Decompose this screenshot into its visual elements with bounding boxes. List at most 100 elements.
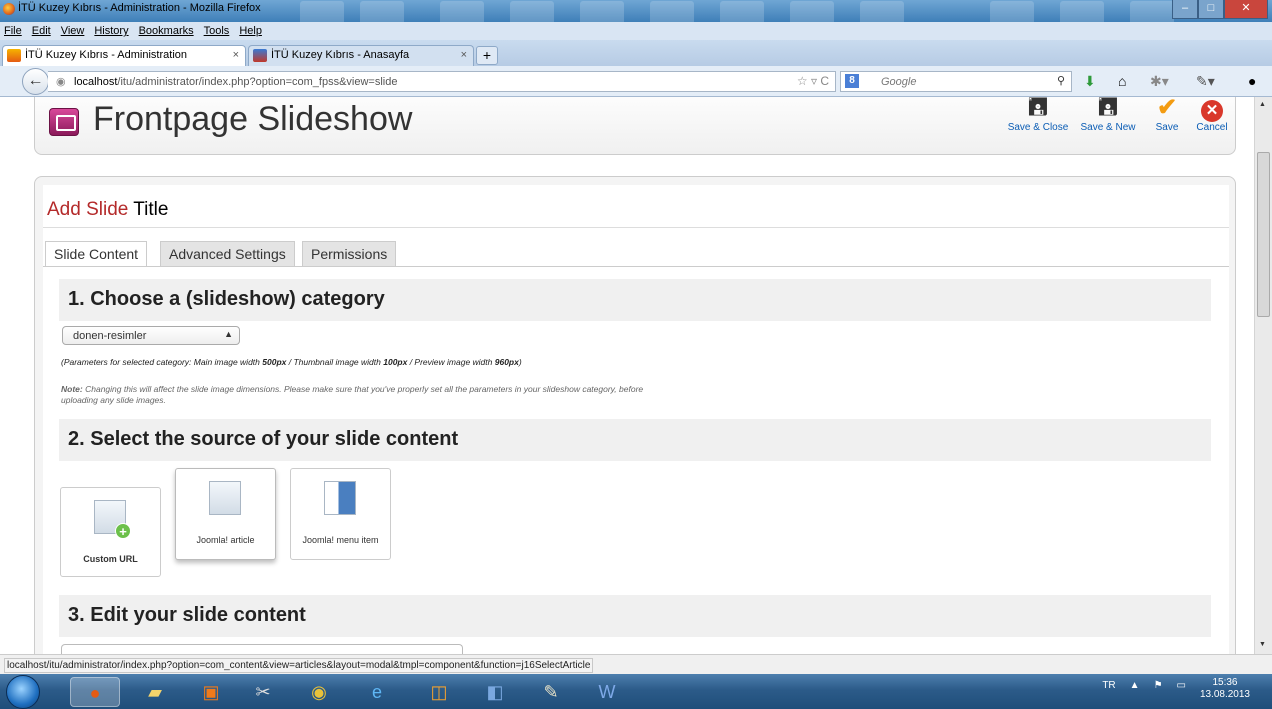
- menu-bookmarks[interactable]: Bookmarks: [139, 25, 194, 37]
- taskbar-media-player-icon[interactable]: ▣: [186, 677, 236, 707]
- form-heading: Add Slide Title: [47, 199, 168, 221]
- clock-date: 13.08.2013: [1199, 689, 1250, 700]
- tab-label: İTÜ Kuzey Kıbrıs - Administration: [25, 49, 187, 61]
- start-button[interactable]: [6, 675, 40, 709]
- save-button[interactable]: ✔ Save: [1147, 97, 1187, 133]
- search-icon[interactable]: ⚲: [1057, 74, 1065, 87]
- bookmark-star-icon[interactable]: ☆ ▿ C: [797, 74, 829, 88]
- new-tab-button[interactable]: +: [476, 46, 498, 65]
- taskbar-visio-icon[interactable]: ◧: [470, 677, 520, 707]
- tray-arrow-icon[interactable]: ▲: [1130, 680, 1140, 691]
- url-bar[interactable]: ◉ localhost/itu/administrator/index.php?…: [48, 71, 836, 92]
- maximize-button[interactable]: □: [1198, 0, 1224, 19]
- google-icon: 8: [845, 74, 859, 88]
- save-new-button[interactable]: 🖪 Save & New: [1077, 97, 1139, 133]
- close-tab-icon[interactable]: ×: [461, 49, 467, 61]
- url-path: /itu/administrator/index.php?option=com_…: [117, 76, 398, 88]
- source-custom-url[interactable]: + Custom URL: [60, 487, 161, 577]
- clock-time: 15:36: [1212, 677, 1238, 688]
- section-heading-edit: 3. Edit your slide content: [59, 595, 1211, 637]
- search-box[interactable]: 8 Google ⚲: [840, 71, 1072, 92]
- category-select[interactable]: donen-resimler ▲: [62, 326, 240, 345]
- category-select-value: donen-resimler: [73, 330, 147, 342]
- taskbar-firefox-icon[interactable]: ●: [70, 677, 120, 707]
- flag-icon[interactable]: ⚑: [1154, 680, 1163, 691]
- custom-url-icon: +: [94, 500, 131, 539]
- title-heading: Title: [133, 199, 169, 220]
- page-content: Frontpage Slideshow 🖪 Save & Close 🖪 Sav…: [0, 97, 1254, 654]
- back-button[interactable]: ←: [22, 68, 49, 95]
- menu-view[interactable]: View: [61, 25, 85, 37]
- save-close-button[interactable]: 🖪 Save & Close: [1003, 97, 1073, 133]
- add-slide-heading: Add Slide: [47, 199, 129, 220]
- page-title: Frontpage Slideshow: [93, 100, 413, 138]
- close-tab-icon[interactable]: ×: [233, 49, 239, 61]
- clock[interactable]: 15:36 13.08.2013: [1200, 677, 1250, 701]
- menu-item-icon: [324, 481, 356, 515]
- save-label: Save: [1155, 122, 1179, 133]
- taskbar-outlook-icon[interactable]: ◫: [414, 677, 464, 707]
- section-heading-source: 2. Select the source of your slide conte…: [59, 419, 1211, 461]
- menu-history[interactable]: History: [94, 25, 128, 37]
- source-joomla-menu-item[interactable]: Joomla! menu item: [290, 468, 391, 560]
- taskbar-explorer-icon[interactable]: ▰: [130, 677, 180, 707]
- save-new-label: Save & New: [1080, 122, 1136, 133]
- category-parameters: (Parameters for selected category: Main …: [61, 357, 522, 367]
- tools-icon[interactable]: ✎▾: [1196, 73, 1215, 90]
- taskbar-ie-icon[interactable]: e: [352, 677, 402, 707]
- page-header: Frontpage Slideshow 🖪 Save & Close 🖪 Sav…: [34, 97, 1236, 155]
- taskbar-paint-icon[interactable]: ✎: [526, 677, 576, 707]
- home-icon[interactable]: ⌂: [1118, 73, 1126, 89]
- menu-help[interactable]: Help: [239, 25, 262, 37]
- save-close-label: Save & Close: [1007, 122, 1069, 133]
- source-joomla-article[interactable]: Joomla! article: [175, 468, 276, 560]
- menu-file[interactable]: File: [4, 25, 22, 37]
- section-heading-category: 1. Choose a (slideshow) category: [59, 279, 1211, 321]
- window-title: İTÜ Kuzey Kıbrıs - Administration - Mozi…: [18, 2, 261, 14]
- tab-permissions[interactable]: Permissions: [302, 241, 397, 266]
- cancel-label: Cancel: [1196, 122, 1228, 133]
- select-arrows-icon: ▲: [224, 329, 233, 339]
- language-indicator[interactable]: TR: [1102, 680, 1115, 691]
- vertical-scrollbar[interactable]: ▲ ▼: [1254, 97, 1272, 654]
- tab-label: İTÜ Kuzey Kıbrıs - Anasayfa: [271, 49, 410, 61]
- taskbar-word-icon[interactable]: W: [582, 677, 632, 707]
- tab-advanced-settings[interactable]: Advanced Settings: [160, 241, 295, 266]
- menu-tools[interactable]: Tools: [204, 25, 230, 37]
- url-host: localhost: [74, 76, 118, 88]
- cancel-button[interactable]: ✕ Cancel: [1191, 97, 1233, 133]
- globe-icon: ◉: [56, 76, 66, 88]
- site-favicon-icon: [253, 49, 267, 62]
- download-icon[interactable]: ⬇: [1084, 73, 1096, 90]
- taskbar-chrome-icon[interactable]: ◉: [294, 677, 344, 707]
- check-icon: ✔: [1156, 97, 1178, 121]
- taskbar-snipping-icon[interactable]: ✂: [238, 677, 288, 707]
- addon-icon[interactable]: ✱▾: [1150, 73, 1169, 90]
- network-icon[interactable]: ▭: [1177, 680, 1186, 691]
- window-title-bar: İTÜ Kuzey Kıbrıs - Administration - Mozi…: [0, 0, 1272, 45]
- status-link-url: localhost/itu/administrator/index.php?op…: [4, 658, 594, 673]
- site-favicon-icon: [7, 49, 21, 62]
- tab-strip: İTÜ Kuzey Kıbrıs - Administration × İTÜ …: [0, 40, 1272, 66]
- source-label: Joomla! article: [196, 535, 255, 545]
- menu-edit[interactable]: Edit: [32, 25, 51, 37]
- close-button[interactable]: ✕: [1224, 0, 1268, 19]
- status-bar: localhost/itu/administrator/index.php?op…: [0, 654, 1272, 674]
- windows-taskbar: ● ▰ ▣ ✂ ◉ e ◫ ◧ ✎ W TR ▲ ⚑ ▭ 15:36 13.08…: [0, 674, 1272, 709]
- tab-anasayfa[interactable]: İTÜ Kuzey Kıbrıs - Anasayfa ×: [248, 45, 474, 66]
- article-icon: [209, 481, 241, 515]
- menu-bar: File Edit View History Bookmarks Tools H…: [0, 22, 1272, 40]
- menu-icon[interactable]: ●: [1248, 73, 1256, 89]
- source-label: Joomla! menu item: [302, 535, 379, 545]
- tab-slide-content[interactable]: Slide Content: [45, 241, 148, 267]
- category-note: Note: Changing this will affect the slid…: [61, 384, 644, 405]
- firefox-icon: [3, 3, 15, 15]
- scrollbar-thumb[interactable]: [1257, 152, 1270, 317]
- slide-form-panel: Add Slide Title Slide Content Advanced S…: [34, 176, 1236, 654]
- search-placeholder: Google: [881, 76, 917, 88]
- minimize-button[interactable]: –: [1172, 0, 1198, 19]
- tab-administration[interactable]: İTÜ Kuzey Kıbrıs - Administration ×: [2, 45, 246, 66]
- slideshow-logo-icon: [49, 108, 79, 136]
- disk-icon: 🖪: [1027, 97, 1049, 121]
- slide-content-input[interactable]: [61, 644, 463, 654]
